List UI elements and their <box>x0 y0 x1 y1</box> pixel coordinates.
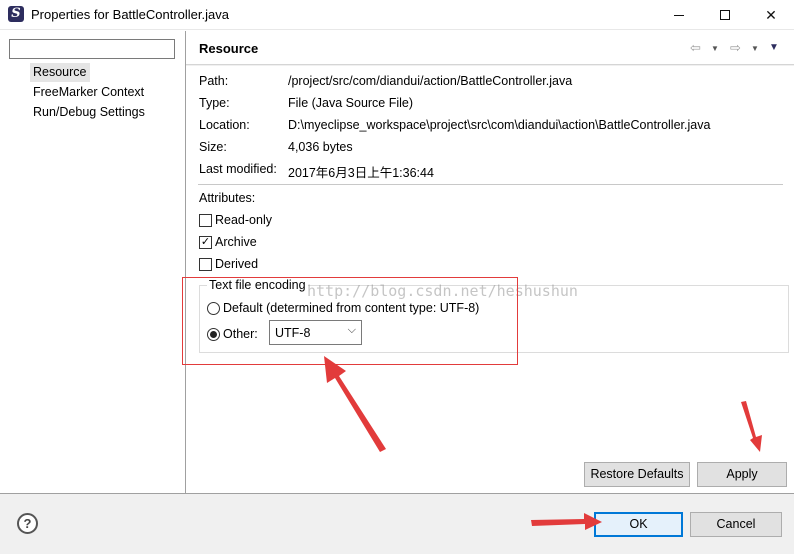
app-logo-icon: S <box>8 6 24 22</box>
annotation-highlight-box <box>182 277 518 365</box>
forward-dropdown-icon[interactable]: ▼ <box>751 44 759 53</box>
ok-button[interactable]: OK <box>594 512 683 537</box>
cancel-button[interactable]: Cancel <box>690 512 782 537</box>
location-label: Location: <box>199 118 250 132</box>
resource-page: Resource ⇦ ▼ ⇨ ▼ ▼ Path: /project/src/co… <box>186 31 794 493</box>
type-label: Type: <box>199 96 230 110</box>
type-value: File (Java Source File) <box>288 96 414 110</box>
view-menu-icon[interactable]: ▼ <box>769 42 779 53</box>
back-dropdown-icon[interactable]: ▼ <box>711 44 719 53</box>
page-title: Resource <box>199 41 259 56</box>
derived-label: Derived <box>215 257 259 271</box>
path-value: /project/src/com/diandui/action/BattleCo… <box>288 74 573 88</box>
archive-label: Archive <box>215 235 257 249</box>
attributes-heading: Attributes: <box>199 191 256 205</box>
arrow-left-icon[interactable]: ⇦ <box>690 40 701 56</box>
arrow-right-icon[interactable]: ⇨ <box>730 40 741 56</box>
maximize-button[interactable] <box>702 0 748 30</box>
filter-input[interactable] <box>9 39 175 59</box>
last-modified-value: 2017年6月3日上午1:36:44 <box>288 166 434 180</box>
tree-item-run-debug-settings[interactable]: Run/Debug Settings <box>30 103 148 122</box>
location-value: D:\myeclipse_workspace\project\src\com\d… <box>288 118 711 132</box>
derived-checkbox[interactable] <box>199 258 212 271</box>
maximize-icon <box>720 10 730 20</box>
read-only-label: Read-only <box>215 213 272 227</box>
tree-item-resource[interactable]: Resource <box>30 63 90 82</box>
title-bar: S Properties for BattleController.java ✕ <box>0 0 794 30</box>
minimize-button[interactable] <box>656 0 702 30</box>
window-title: Properties for BattleController.java <box>31 7 229 22</box>
size-value: 4,036 bytes <box>288 140 353 154</box>
read-only-checkbox[interactable] <box>199 214 212 227</box>
property-page-tree: Resource FreeMarker Context Run/Debug Se… <box>0 31 185 493</box>
last-modified-label: Last modified: <box>199 162 277 176</box>
section-divider <box>198 184 783 185</box>
help-icon[interactable]: ? <box>17 513 38 534</box>
path-label: Path: <box>199 74 229 88</box>
archive-checkbox[interactable]: ✓ <box>199 236 212 249</box>
restore-defaults-button[interactable]: Restore Defaults <box>584 462 690 487</box>
close-icon: ✕ <box>765 6 777 23</box>
page-header: Resource ⇦ ▼ ⇨ ▼ ▼ <box>186 31 794 65</box>
tree-item-freemarker-context[interactable]: FreeMarker Context <box>30 83 147 102</box>
size-label: Size: <box>199 140 227 154</box>
checkmark-icon: ✓ <box>200 236 211 248</box>
minimize-icon <box>674 14 684 16</box>
close-button[interactable]: ✕ <box>748 0 794 30</box>
apply-button[interactable]: Apply <box>697 462 787 487</box>
dialog-footer: ? OK Cancel <box>0 494 794 554</box>
